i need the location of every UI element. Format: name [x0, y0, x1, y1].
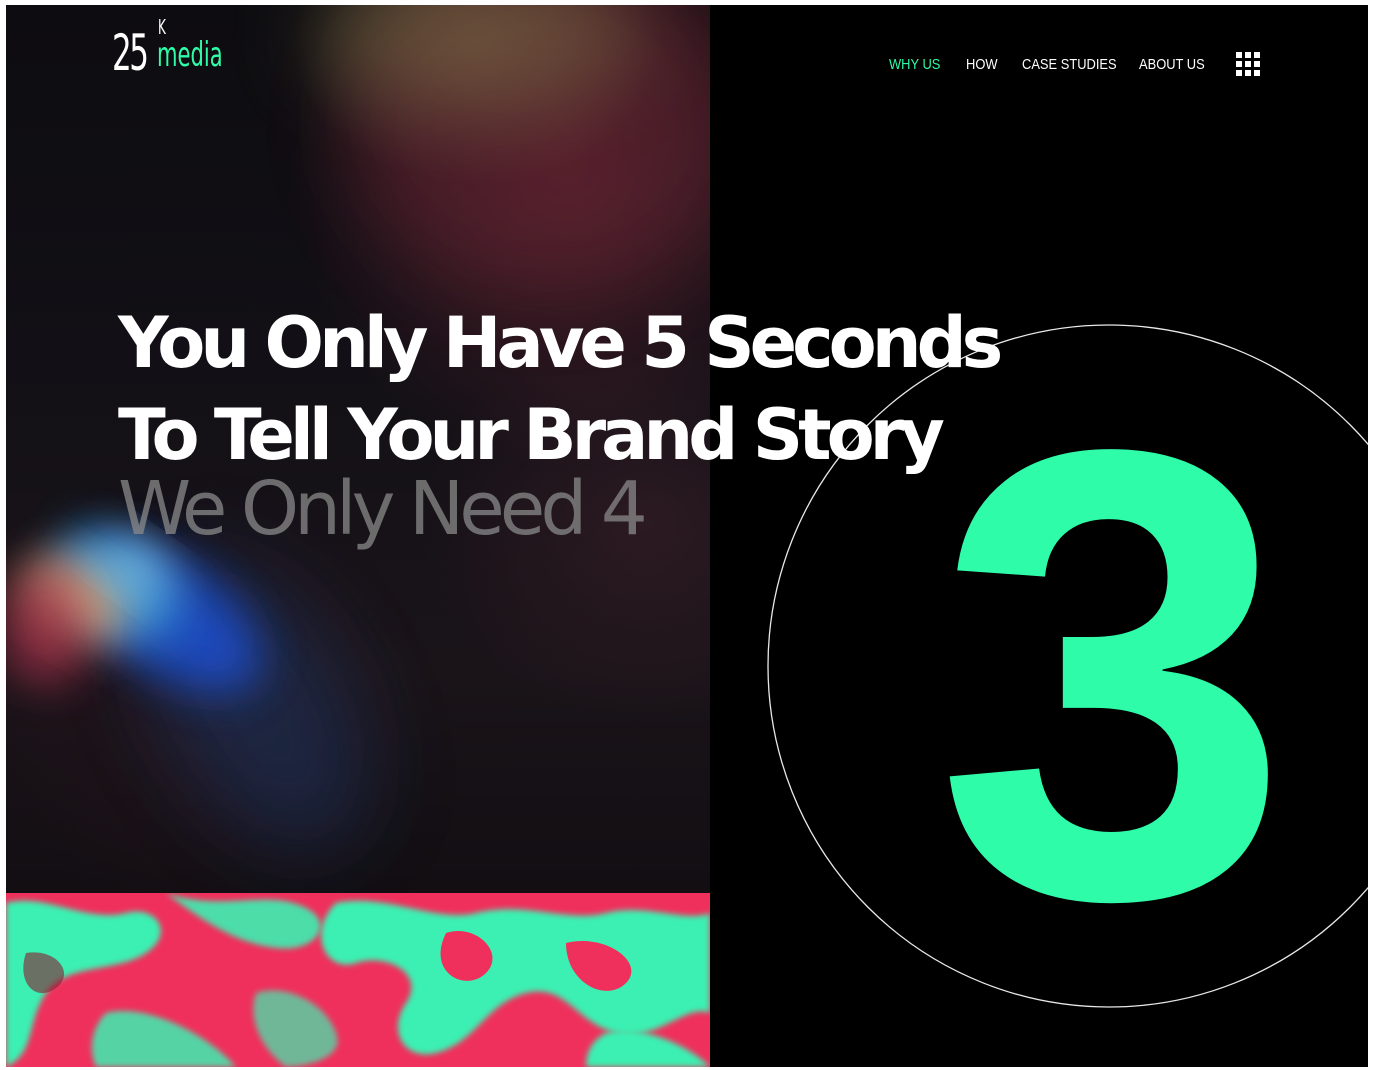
- headline-line-1: You Only Have 5 Seconds: [118, 302, 1003, 384]
- fluid-art-image: [6, 893, 710, 1067]
- hero-subline: We Only Need 4: [118, 466, 648, 552]
- nav-item-how[interactable]: HOW: [966, 54, 998, 76]
- nav-item-why-us[interactable]: WHY US: [889, 54, 940, 76]
- fluid-art-graphic: [6, 893, 710, 1067]
- main-nav: WHY US HOW CASE STUDIES ABOUT US: [6, 54, 1368, 78]
- hero-section: 3 25 K media WHY US HOW CASE STUDIES ABO…: [6, 5, 1368, 1067]
- hero-headline: You Only Have 5 Seconds To Tell Your Bra…: [118, 297, 1118, 481]
- grid-menu-icon[interactable]: [1236, 52, 1260, 76]
- nav-item-about-us[interactable]: ABOUT US: [1139, 54, 1205, 76]
- nav-item-case-studies[interactable]: CASE STUDIES: [1022, 54, 1117, 76]
